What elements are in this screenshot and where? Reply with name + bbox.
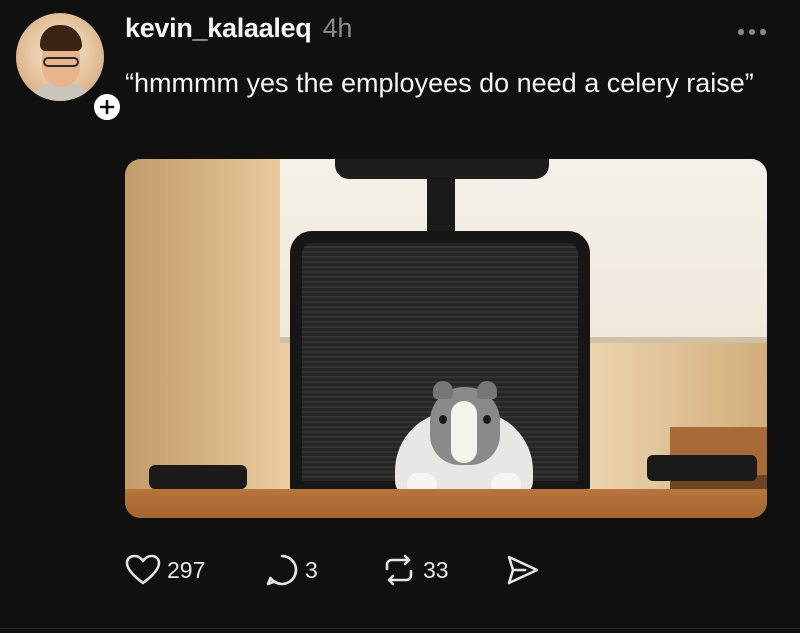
repost-button[interactable]: 33 (381, 552, 449, 588)
desk (125, 489, 767, 518)
post-image[interactable] (125, 159, 767, 518)
divider (0, 628, 800, 629)
repost-icon (385, 554, 413, 586)
avatar[interactable] (16, 13, 104, 101)
post-text: “hmmmm yes the employees do need a celer… (125, 68, 754, 98)
post-header: kevin_kalaaleq 4h (125, 13, 352, 44)
share-button[interactable] (505, 552, 541, 588)
like-button[interactable]: 297 (125, 552, 205, 588)
rabbit (395, 381, 533, 497)
username-link[interactable]: kevin_kalaaleq (125, 13, 312, 43)
follow-button[interactable] (91, 91, 123, 123)
chair-headrest (335, 159, 549, 179)
heart-icon (125, 554, 161, 585)
reply-button[interactable]: 3 (265, 552, 318, 588)
reply-count: 3 (305, 556, 318, 583)
post-timestamp: 4h (322, 13, 353, 43)
more-dots-icon (738, 29, 744, 35)
like-count: 297 (167, 556, 206, 583)
chair-armrest-left (149, 465, 247, 489)
send-icon (507, 555, 539, 585)
author-avatar-wrapper[interactable] (16, 13, 123, 123)
chair-armrest-right (647, 455, 757, 481)
comment-icon (266, 554, 298, 586)
more-options-button[interactable] (738, 29, 766, 37)
plus-icon (99, 99, 115, 115)
repost-count: 33 (423, 556, 449, 583)
